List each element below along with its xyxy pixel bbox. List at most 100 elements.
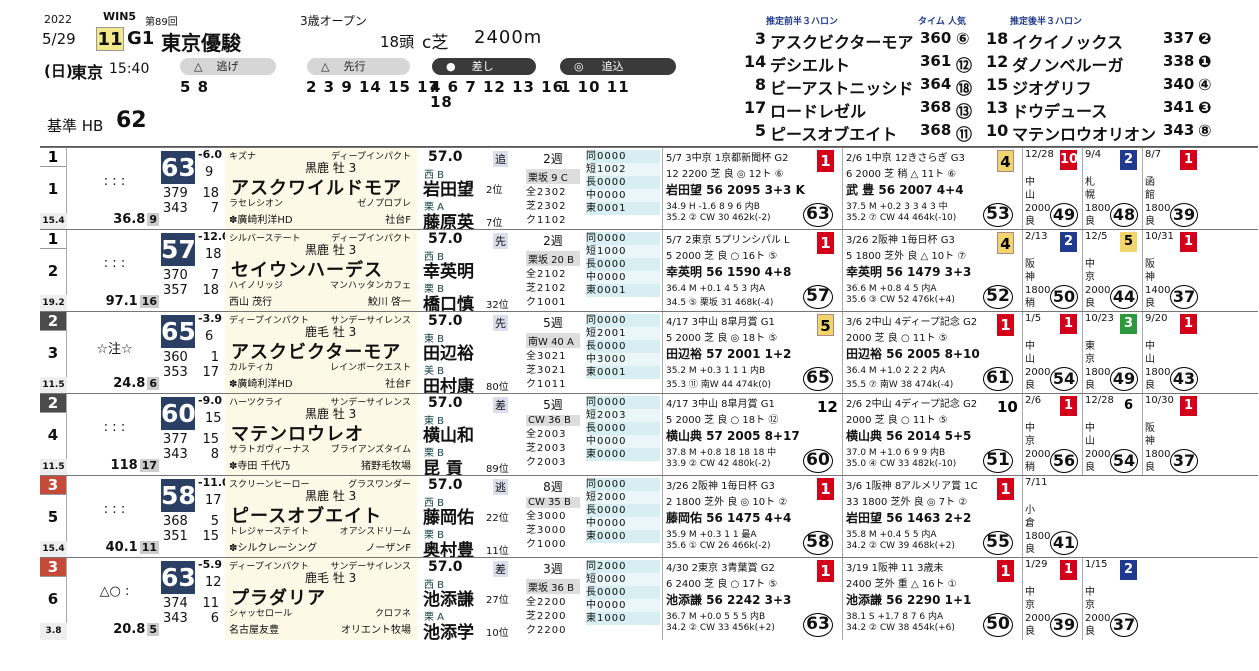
past-race[interactable]: 5/7 3中京 1京都新聞杯 G2 1 12 2200 芝 良 ◎ 12ト ⑥ 岩田望… bbox=[662, 148, 840, 230]
3f-estimates: 379 18 343 7 bbox=[161, 186, 221, 216]
3f-popularity: ❷ bbox=[1198, 29, 1212, 48]
prior-race[interactable]: 2/6 1 中京 2000 稍 56 bbox=[1022, 394, 1080, 476]
popularity: 6 bbox=[147, 377, 159, 390]
record-line: 東0000 bbox=[586, 530, 660, 543]
prior-race[interactable]: 12/5 5 中京 2000 良 44 bbox=[1082, 230, 1140, 312]
post-time: 15:40 bbox=[109, 61, 150, 77]
sire: キズナ bbox=[229, 152, 257, 162]
course-record: ク1102 bbox=[526, 215, 567, 226]
dam-sire: ブライアンズタイム bbox=[330, 445, 411, 455]
odds-value: 118 bbox=[110, 458, 138, 473]
past-race[interactable]: 4/17 3中山 8皐月賞 G1 5 5 2000 芝 良 ◎ 18ト ⑤ 田辺裕 5… bbox=[662, 312, 840, 394]
jockey-name[interactable]: 藤岡佑 bbox=[423, 503, 474, 528]
breeder: 猪野毛牧場 bbox=[361, 461, 411, 472]
3f-rank: 18 bbox=[202, 186, 219, 201]
popularity: 11 bbox=[139, 541, 159, 554]
record-table: 同2000 短0000 長0000 中0000 東1000 bbox=[586, 560, 660, 638]
3f-line: 377 15 bbox=[161, 432, 221, 447]
dam-sire: マンハッタンカフェ bbox=[329, 281, 411, 291]
sire: ディープインパクト bbox=[229, 316, 309, 326]
prediction-marks: : : : 97.1 16 bbox=[68, 230, 161, 312]
3f-line: 357 18 bbox=[161, 283, 221, 298]
breeder: 社台F bbox=[385, 215, 411, 226]
3f-line: 370 7 bbox=[161, 268, 221, 283]
prior-race[interactable]: 9/4 2 札幌 1800 良 48 bbox=[1082, 148, 1140, 230]
prior-race[interactable]: 1/29 1 中京 2000 良 39 bbox=[1022, 558, 1080, 640]
prior-race[interactable]: 10/31 1 阪神 1400 良 37 bbox=[1142, 230, 1200, 312]
jockey-name[interactable]: 池添謙 bbox=[423, 585, 474, 610]
prior-finish: 6 bbox=[1120, 396, 1137, 416]
prior-race[interactable]: 2/13 2 阪神 1800 稍 50 bbox=[1022, 230, 1080, 312]
prior-date: 7/11 bbox=[1025, 477, 1048, 488]
interval: 3週 bbox=[543, 562, 563, 576]
prior-race[interactable]: 9/20 1 中山 1800 良 43 bbox=[1142, 312, 1200, 394]
horse-number: 2 bbox=[47, 262, 59, 280]
trainer-name[interactable]: 池添学 bbox=[423, 618, 474, 643]
jockey-name[interactable]: 幸英明 bbox=[423, 257, 474, 282]
prior-race[interactable]: 7/11 小倉 1800 良 41 bbox=[1022, 476, 1080, 558]
race-jockey-time: 田辺裕 57 2001 1+2 bbox=[666, 347, 792, 361]
odds-value: 36.8 bbox=[113, 212, 146, 227]
prior-index: 54 bbox=[1050, 367, 1078, 391]
prior-race[interactable]: 12/28 10 中山 2000 良 49 bbox=[1022, 148, 1080, 230]
table-row: 3 5 15.4: : :40.1 11 58 -11.0 17 368 5 351 15 スクリーン… bbox=[40, 475, 1258, 561]
record-table: 同0000 短1002 長0000 中0000 東0001 bbox=[586, 150, 660, 228]
past-race[interactable]: 3/6 2中山 4ディープ記念 G2 1 2000 芝 良 ○ 11ト ⑤ 田辺裕 5… bbox=[842, 312, 1020, 394]
dam: サラトガヴィーナス bbox=[229, 445, 311, 455]
sire: スクリーンヒーロー bbox=[229, 480, 310, 490]
past-race[interactable]: 3/6 1阪神 8アルメリア賞 1C 1 33 1800 芝外 良 ◎ 7ト ② 岩田… bbox=[842, 476, 1020, 558]
record-line: 東0001 bbox=[586, 202, 660, 215]
prior-race[interactable]: 1/5 1 中山 2000 良 54 bbox=[1022, 312, 1080, 394]
base-label: 基準 HB bbox=[47, 117, 104, 135]
past-race[interactable]: 4/30 2東京 3青葉賞 G2 1 6 2400 芝 良 ○ 17ト ⑤ 池添謙 5… bbox=[662, 558, 840, 640]
prediction-marks: : : : 118 17 bbox=[68, 394, 161, 476]
prior-venue: 中山 2000 良 bbox=[1085, 423, 1111, 473]
trainer-rank: 89位 bbox=[486, 464, 509, 475]
past-race[interactable]: 2/6 1中京 12きさらぎ G3 4 6 2000 芝 稍 △ 11ト ⑥ 武 豊 … bbox=[842, 148, 1020, 230]
horse-number: 6 bbox=[47, 590, 59, 608]
3f-rank: 7 bbox=[210, 201, 219, 216]
jockey-block: 57.0 逃西 B 藤岡佑 22位栗 B 奥村豊 11位 bbox=[420, 476, 520, 561]
3f-rank: 7 bbox=[210, 268, 219, 283]
3f-time: 341 bbox=[1163, 98, 1195, 116]
past-race[interactable]: 5/7 2東京 5プリンシパル L 1 5 2000 芝 良 ○ 16ト ⑤ 幸英明 … bbox=[662, 230, 840, 312]
race-index: 63 bbox=[803, 613, 833, 637]
past-race[interactable]: 3/19 1阪神 11 3歳未 1 2400 芝外 重 △ 16ト ① 池添謙 56 … bbox=[842, 558, 1020, 640]
dam-sire: オアシスドリーム bbox=[339, 527, 411, 537]
course-record: 全3000 bbox=[526, 511, 567, 522]
prior-race[interactable]: 8/7 1 函館 1800 良 39 bbox=[1142, 148, 1200, 230]
3f-time: 353 bbox=[163, 365, 188, 380]
jockey-name[interactable]: 横山和 bbox=[423, 421, 474, 446]
training: CW 35 B bbox=[526, 497, 580, 508]
prior-race[interactable]: 10/30 1 阪神 1800 良 37 bbox=[1142, 394, 1200, 476]
prediction-marks: : : : 40.1 11 bbox=[68, 476, 161, 558]
3f-horse-name: マテンロウオリオン bbox=[1012, 125, 1157, 144]
course-record: ク1011 bbox=[526, 379, 567, 390]
past-race[interactable]: 3/26 2阪神 1毎日杯 G3 1 2 1800 芝外 良 ◎ 10ト ② 藤岡佑 … bbox=[662, 476, 840, 558]
prior-index: 37 bbox=[1170, 449, 1198, 473]
past-race[interactable]: 2/6 2中山 4ディープ記念 G2 10 2000 芝 良 ○ 11ト ⑤ 横山典 … bbox=[842, 394, 1020, 476]
record-line: 短1002 bbox=[586, 163, 660, 176]
dam-sire: クロフネ bbox=[374, 609, 411, 619]
rating-rank: 9 bbox=[205, 165, 214, 180]
front3f-col: タイム 人気 bbox=[918, 17, 966, 27]
prediction-marks: ☆注☆ 24.8 6 bbox=[68, 312, 161, 394]
prior-race[interactable]: 1/15 2 中京 2000 良 37 bbox=[1082, 558, 1140, 640]
odds-value: 20.8 bbox=[113, 622, 146, 637]
prior-finish: 2 bbox=[1120, 560, 1137, 580]
jockey-name[interactable]: 田辺裕 bbox=[423, 339, 474, 364]
race-index: 60 bbox=[803, 449, 833, 473]
prior-race[interactable]: 10/23 3 東京 1800 良 49 bbox=[1082, 312, 1140, 394]
3f-rank: 5 bbox=[210, 514, 219, 529]
weight: 57.0 bbox=[428, 231, 463, 247]
past-race[interactable]: 3/26 2阪神 1毎日杯 G3 4 5 1800 芝外 良 △ 10ト ⑦ 幸英明 … bbox=[842, 230, 1020, 312]
base-value: 62 bbox=[116, 108, 147, 133]
prior-race[interactable]: 12/28 6 中山 2000 良 54 bbox=[1082, 394, 1140, 476]
style-oikomi: ◎ 追込 bbox=[560, 58, 676, 75]
past-race[interactable]: 4/17 3中山 8皐月賞 G1 12 5 2000 芝 良 ○ 18ト ⑫ 横山典 … bbox=[662, 394, 840, 476]
dam: ラセレシオン bbox=[229, 199, 284, 209]
3f-horse-name: ダノンベルーガ bbox=[1012, 56, 1124, 75]
race-header: 3/6 2中山 4ディープ記念 G2 bbox=[846, 317, 978, 328]
pedigree-block: ディープインパクト サンデーサイレンス 鹿毛 牡 3 アスクビクターモア カルティカ レイ… bbox=[225, 312, 417, 394]
jockey-name[interactable]: 岩田望 bbox=[423, 175, 474, 200]
